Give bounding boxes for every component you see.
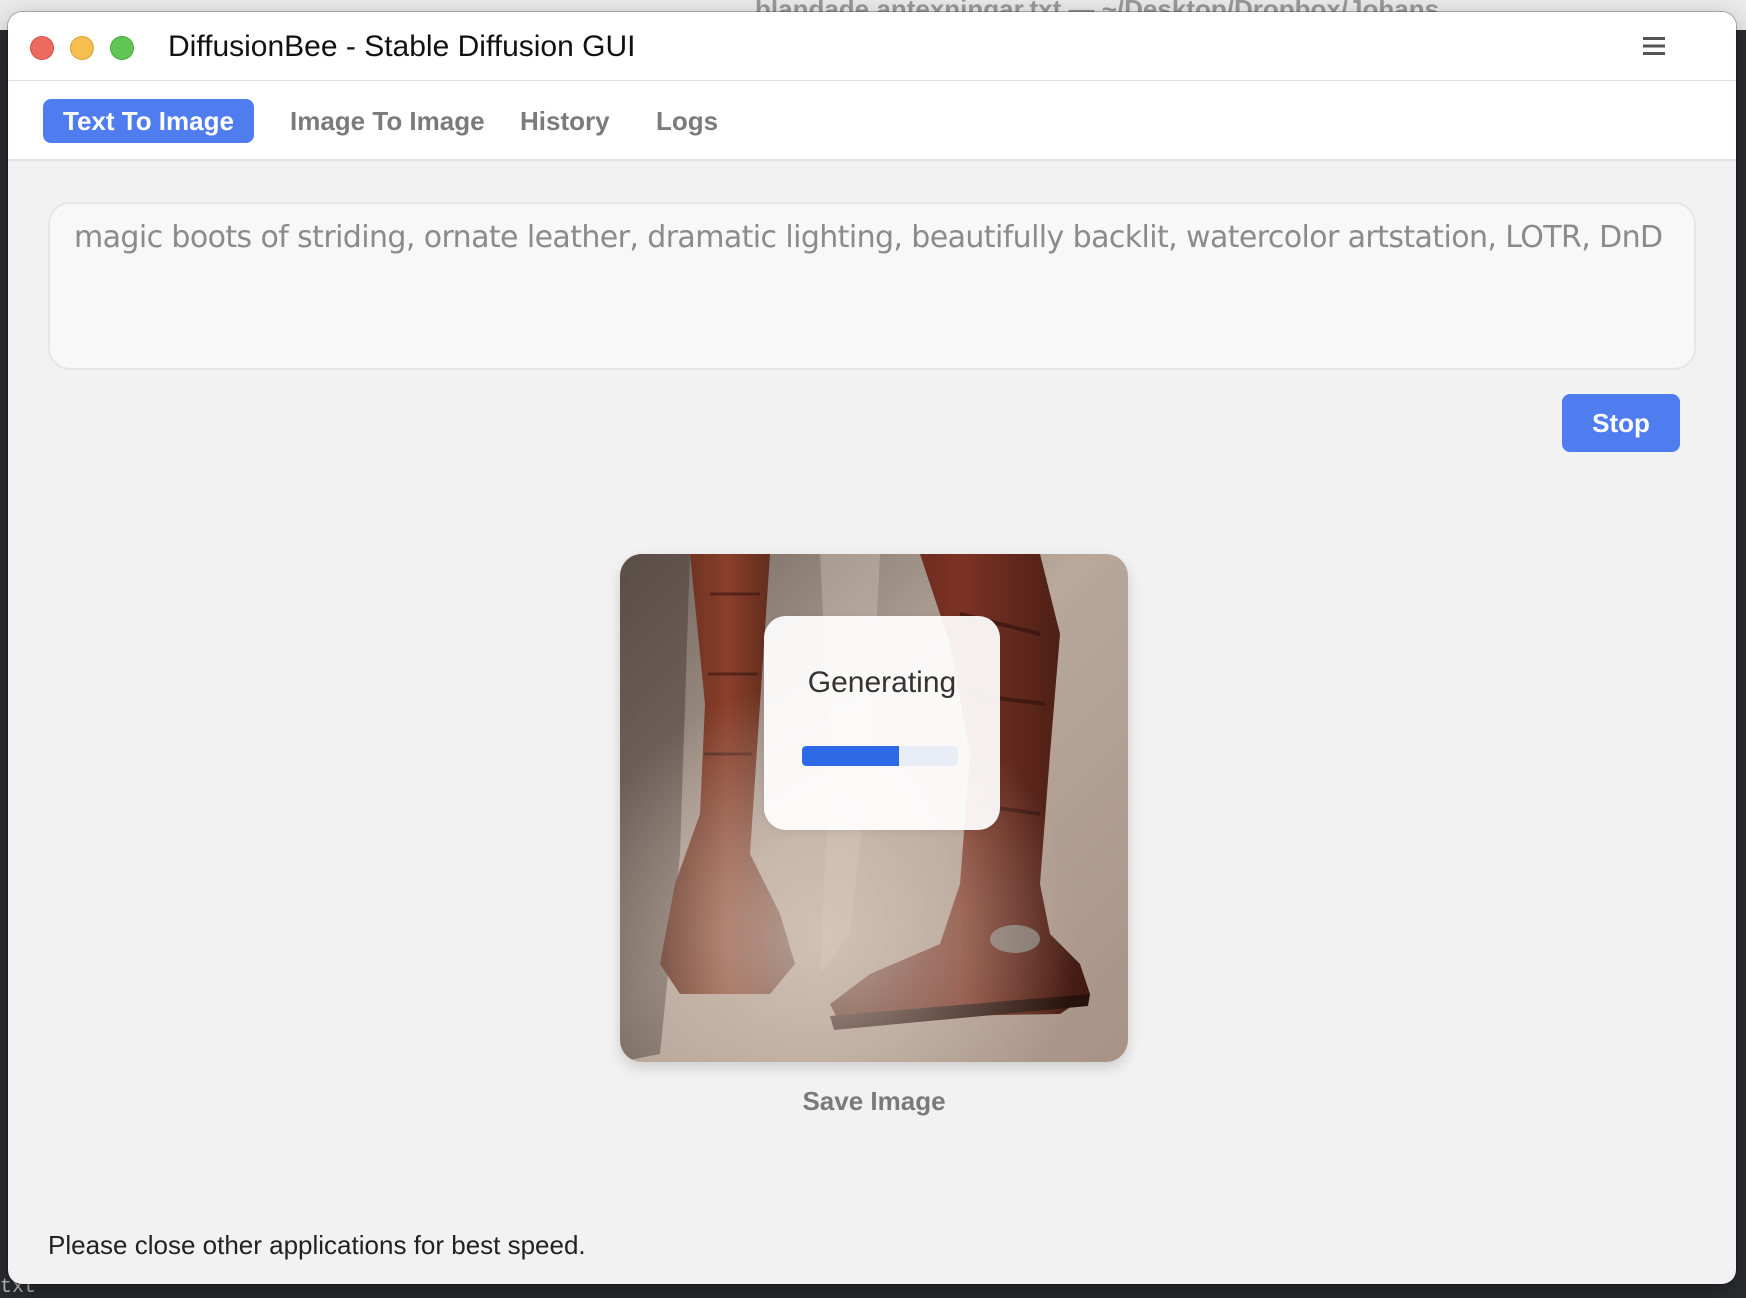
tab-image-to-image[interactable]: Image To Image <box>270 99 505 143</box>
progress-bar <box>802 746 958 766</box>
progress-bar-fill <box>802 746 899 766</box>
stop-button[interactable]: Stop <box>1562 394 1680 452</box>
zoom-window-button[interactable] <box>110 36 134 60</box>
tab-history[interactable]: History <box>500 99 630 143</box>
app-window: DiffusionBee - Stable Diffusion GUI Text… <box>8 12 1736 1284</box>
title-bar: DiffusionBee - Stable Diffusion GUI <box>8 12 1736 81</box>
prompt-input[interactable]: magic boots of striding, ornate leather,… <box>48 202 1696 370</box>
generating-dialog: Generating <box>764 616 1000 830</box>
tab-bar: Text To Image Image To Image History Log… <box>8 81 1736 161</box>
close-window-button[interactable] <box>30 36 54 60</box>
save-image-button[interactable]: Save Image <box>620 1086 1128 1117</box>
generating-label: Generating <box>807 666 957 699</box>
app-title: DiffusionBee - Stable Diffusion GUI <box>168 30 636 63</box>
tab-logs[interactable]: Logs <box>636 99 738 143</box>
tab-text-to-image[interactable]: Text To Image <box>43 99 254 143</box>
minimize-window-button[interactable] <box>70 36 94 60</box>
hamburger-menu-icon[interactable] <box>1642 34 1666 58</box>
prompt-text: magic boots of striding, ornate leather,… <box>74 220 1663 255</box>
speed-hint: Please close other applications for best… <box>48 1230 586 1260</box>
